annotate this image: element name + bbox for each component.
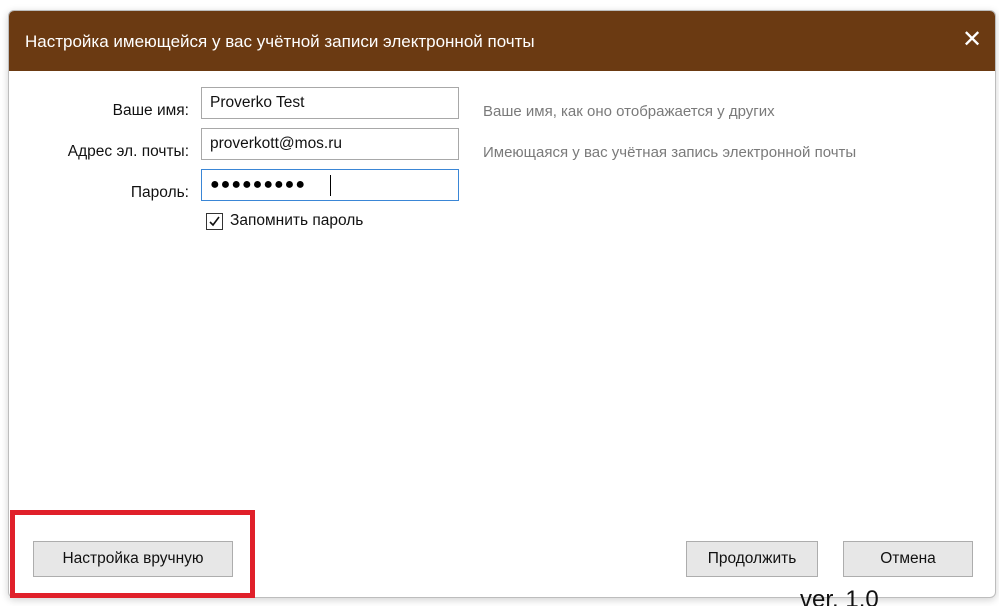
account-setup-dialog: Настройка имеющейся у вас учётной записи… (8, 10, 996, 598)
dialog-title: Настройка имеющейся у вас учётной записи… (25, 32, 535, 51)
text-caret (330, 175, 331, 196)
email-input[interactable] (201, 128, 459, 160)
close-icon[interactable]: ✕ (955, 23, 989, 57)
name-hint: Ваше имя, как оно отображается у других (483, 103, 775, 120)
continue-button[interactable]: Продолжить (686, 541, 818, 577)
password-label: Пароль: (130, 184, 189, 201)
password-input[interactable]: ●●●●●●●●● (201, 169, 459, 201)
dialog-titlebar: Настройка имеющейся у вас учётной записи… (9, 11, 995, 71)
manual-setup-button[interactable]: Настройка вручную (33, 541, 233, 577)
email-label: Адрес эл. почты: (67, 143, 189, 160)
email-hint: Имеющаяся у вас учётная запись электронн… (483, 144, 857, 161)
screen: Настройка имеющейся у вас учётной записи… (0, 0, 999, 606)
version-label: ver. 1.0 (800, 586, 879, 606)
name-label: Ваше имя: (112, 102, 189, 119)
cancel-button[interactable]: Отмена (843, 541, 973, 577)
remember-password-label: Запомнить пароль (230, 212, 364, 229)
checkbox-checked-icon[interactable] (206, 213, 223, 230)
name-input[interactable] (201, 87, 459, 119)
password-masked-value: ●●●●●●●●● (210, 176, 306, 193)
